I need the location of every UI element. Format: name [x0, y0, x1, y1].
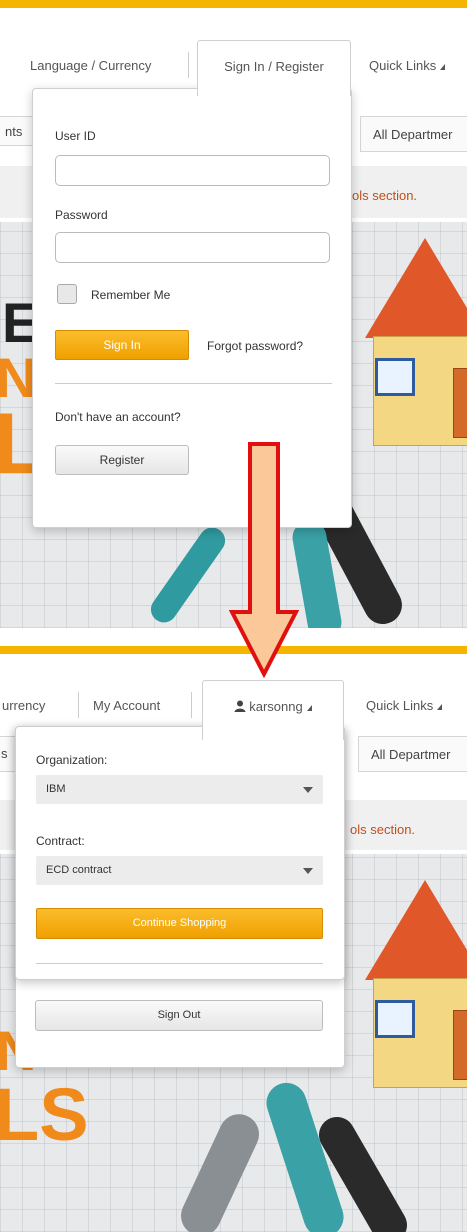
nav-quick-links-label: Quick Links — [369, 58, 437, 73]
contract-select[interactable]: ECD contract — [36, 856, 323, 885]
all-departments-label: All Departmer — [373, 127, 453, 142]
all-departments-label: All Departmer — [371, 747, 451, 762]
house-window — [375, 358, 415, 396]
hero-letter: LS — [0, 1073, 89, 1156]
chevron-down-icon — [303, 867, 313, 874]
caret-down-icon — [437, 703, 443, 710]
tab-user-account[interactable]: karsonng — [202, 680, 344, 740]
notice-message: ols section. — [352, 188, 418, 203]
nav-language-currency[interactable]: Language / Currency — [30, 58, 151, 73]
sign-in-button[interactable]: Sign In — [55, 330, 189, 360]
divider — [55, 383, 332, 384]
remember-me-label[interactable]: Remember Me — [91, 288, 170, 302]
register-button[interactable]: Register — [55, 445, 189, 475]
house-door — [453, 1010, 467, 1080]
sign-out-button[interactable]: Sign Out — [35, 1000, 323, 1031]
tab-sign-in-register-label: Sign In / Register — [224, 59, 324, 74]
caret-down-icon — [440, 63, 446, 70]
nav-currency-fragment[interactable]: urrency — [2, 698, 45, 713]
brand-bar — [0, 0, 467, 8]
remember-me-checkbox[interactable] — [57, 284, 77, 304]
nav-separator — [191, 692, 192, 718]
caret-down-icon — [306, 704, 312, 711]
organization-select[interactable]: IBM — [36, 775, 323, 804]
chevron-down-icon — [303, 786, 313, 793]
sign-in-dropdown: User ID Password Remember Me Sign In For… — [32, 88, 352, 528]
contract-value: ECD contract — [46, 864, 112, 876]
house-illustration — [355, 228, 467, 468]
house-window — [375, 1000, 415, 1038]
tab-user-label: karsonng — [249, 699, 303, 714]
user-icon — [234, 700, 246, 712]
organization-label: Organization: — [36, 753, 108, 767]
no-account-text: Don't have an account? — [55, 410, 181, 424]
nav-separator — [188, 52, 189, 78]
nav-my-account[interactable]: My Account — [93, 698, 160, 713]
user-id-label: User ID — [55, 129, 96, 143]
roof — [365, 880, 467, 980]
nav-quick-links[interactable]: Quick Links — [369, 58, 446, 73]
house-door — [453, 368, 467, 438]
house-illustration — [355, 870, 467, 1110]
nav-quick-links[interactable]: Quick Links — [366, 698, 443, 713]
nav-separator — [78, 692, 79, 718]
contract-label: Contract: — [36, 834, 85, 848]
category-tabs-fragment-text: s — [1, 746, 8, 761]
continue-shopping-button[interactable]: Continue Shopping — [36, 908, 323, 939]
user-id-input[interactable] — [55, 155, 330, 186]
roof — [365, 238, 467, 338]
category-tabs-fragment-text: nts — [5, 124, 23, 139]
password-label: Password — [55, 208, 108, 222]
password-input[interactable] — [55, 232, 330, 263]
all-departments-select[interactable]: All Departmer — [358, 736, 467, 772]
divider — [36, 963, 323, 964]
forgot-password-link[interactable]: Forgot password? — [207, 339, 303, 353]
down-arrow-icon — [229, 442, 299, 678]
nav-quick-links-label: Quick Links — [366, 698, 434, 713]
notice-message: ols section. — [350, 822, 416, 837]
all-departments-select[interactable]: All Departmer — [360, 116, 467, 152]
organization-value: IBM — [46, 783, 66, 795]
after-login-panel: urrency My Account Quick Links karsonng … — [0, 640, 467, 1232]
tab-sign-in-register[interactable]: Sign In / Register — [197, 40, 351, 96]
account-dropdown: Organization: IBM Contract: ECD contract… — [15, 726, 345, 980]
